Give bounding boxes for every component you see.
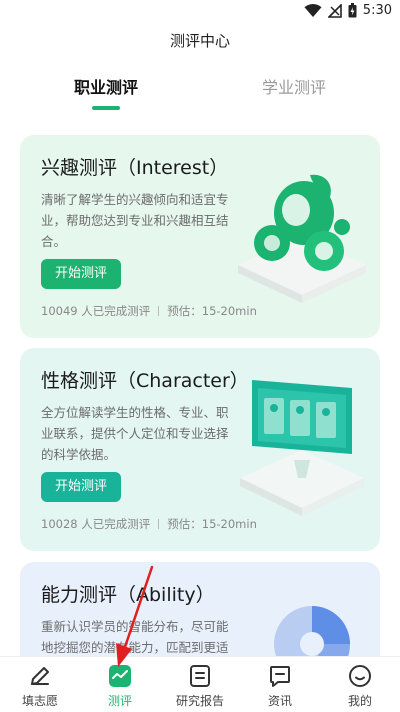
tab-academic-assessment[interactable]: 学业测评 bbox=[194, 74, 394, 98]
nav-label: 填志愿 bbox=[21, 694, 58, 708]
card-meta: 10028 人已完成测评 预估：15-20min bbox=[41, 516, 257, 532]
tab-bar: 职业测评 学业测评 bbox=[0, 74, 400, 114]
completed-count: 10049 人已完成测评 bbox=[41, 304, 151, 318]
no-signal-icon bbox=[327, 3, 342, 18]
start-interest-assessment-button[interactable]: 开始测评 bbox=[41, 259, 121, 289]
start-character-assessment-button[interactable]: 开始测评 bbox=[41, 472, 121, 502]
tab-career-assessment[interactable]: 职业测评 bbox=[6, 74, 206, 98]
smile-icon bbox=[349, 665, 371, 687]
wifi-icon bbox=[304, 3, 322, 17]
page-title: 测评中心 bbox=[169, 32, 230, 50]
message-icon bbox=[270, 666, 290, 687]
estimated-time: 预估：15-20min bbox=[167, 304, 257, 318]
card-title: 兴趣测评（Interest） bbox=[41, 157, 229, 179]
card-meta: 10049 人已完成测评 预估：15-20min bbox=[41, 303, 257, 319]
tab-indicator bbox=[92, 106, 120, 110]
nav-label: 测评 bbox=[107, 694, 132, 708]
interest-assessment-card[interactable]: 兴趣测评（Interest） 清晰了解学生的兴趣倾向和适宜专业，帮助您达到专业和… bbox=[20, 135, 380, 338]
card-description: 清晰了解学生的兴趣倾向和适宜专业，帮助您达到专业和兴趣相互结合。 bbox=[41, 192, 229, 249]
nav-label: 研究报告 bbox=[175, 694, 224, 708]
nav-item-mine[interactable]: 我的 bbox=[320, 657, 400, 712]
nav-item-assessment[interactable]: 测评 bbox=[80, 657, 160, 712]
character-assessment-card[interactable]: 性格测评（Character） 全方位解读学生的性格、专业、职业联系，提供个人定… bbox=[20, 348, 380, 551]
report-icon bbox=[190, 665, 210, 687]
nav-item-news[interactable]: 资讯 bbox=[240, 657, 320, 712]
interest-illustration-icon bbox=[238, 174, 366, 303]
card-title: 性格测评（Character） bbox=[41, 370, 249, 392]
battery-icon bbox=[348, 3, 357, 18]
status-bar: 5:30 bbox=[0, 0, 400, 24]
card-description: 全方位解读学生的性格、专业、职业联系，提供个人定位和专业选择的科学依据。 bbox=[41, 405, 229, 462]
nav-item-research-report[interactable]: 研究报告 bbox=[160, 657, 240, 712]
status-icons: 5:30 bbox=[304, 3, 392, 18]
nav-label: 我的 bbox=[347, 694, 372, 708]
completed-count: 10028 人已完成测评 bbox=[41, 517, 151, 531]
status-time: 5:30 bbox=[362, 3, 392, 18]
character-illustration-icon bbox=[240, 380, 364, 516]
pencil-icon bbox=[31, 667, 49, 685]
meta-divider bbox=[158, 519, 160, 529]
meta-divider bbox=[158, 306, 160, 316]
nav-item-fill-application[interactable]: 填志愿 bbox=[0, 657, 80, 712]
chart-icon bbox=[109, 665, 131, 687]
card-title: 能力测评（Ability） bbox=[41, 584, 215, 606]
bottom-nav: 填志愿 测评 研究报告 资讯 我的 bbox=[0, 656, 400, 712]
nav-label: 资讯 bbox=[267, 694, 292, 708]
estimated-time: 预估：15-20min bbox=[167, 517, 257, 531]
